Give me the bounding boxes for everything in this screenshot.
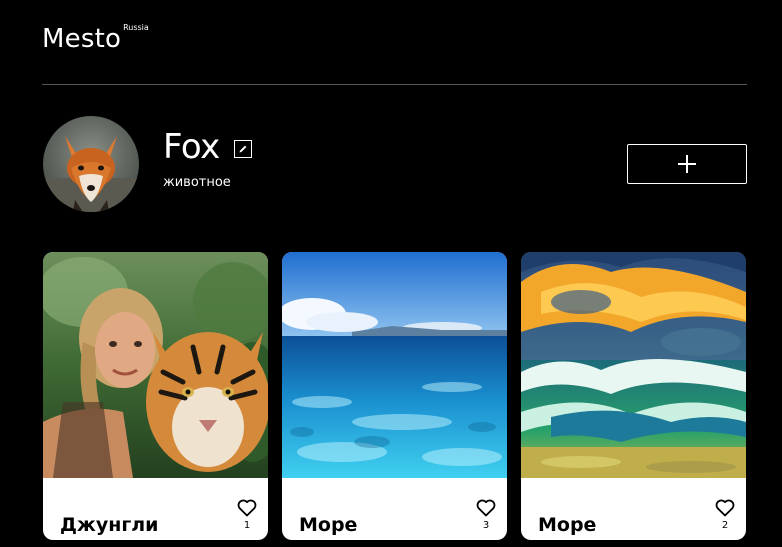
pencil-icon [239,145,247,153]
like-group: 1 [237,499,257,532]
add-card-button[interactable] [627,144,747,184]
avatar-fox-image [43,116,139,212]
like-button[interactable] [237,499,257,517]
heart-icon [715,499,735,517]
header: Mesto Russia [42,18,747,85]
logo[interactable]: Mesto Russia [42,23,149,58]
profile-name-row: Fox [163,125,252,169]
plus-icon [678,155,696,173]
card: Море 3 [282,252,507,540]
heart-icon [237,499,257,517]
card-image[interactable] [43,252,268,478]
like-count: 1 [243,520,251,531]
profile-name: Fox [163,127,220,167]
cards-grid: Джунгли 1 Море 3 Море 2 [43,252,747,547]
like-button[interactable] [476,499,496,517]
card-image[interactable] [521,252,746,478]
profile-info: Fox животное [163,125,252,191]
card-image[interactable] [282,252,507,478]
like-group: 2 [715,499,735,532]
heart-icon [476,499,496,517]
avatar[interactable] [43,116,139,212]
clear-sea-image [282,252,507,478]
card-title: Море [538,513,597,536]
logo-region: Russia [123,23,149,32]
stormy-sea-image [521,252,746,478]
profile: Fox животное [42,115,747,213]
jungle-tiger-image [43,252,268,478]
card: Море 2 [521,252,746,540]
edit-profile-button[interactable] [233,140,252,158]
logo-text: Mesto [42,24,122,54]
card-title: Джунгли [60,513,159,536]
like-button[interactable] [715,499,735,517]
profile-about: животное [163,175,231,190]
like-group: 3 [476,499,496,532]
page: Mesto Russia Fox животное Джунгли 1 Море… [0,0,782,547]
like-count: 2 [721,520,729,531]
card: Джунгли 1 [43,252,268,540]
like-count: 3 [482,520,490,531]
card-title: Море [299,513,358,536]
